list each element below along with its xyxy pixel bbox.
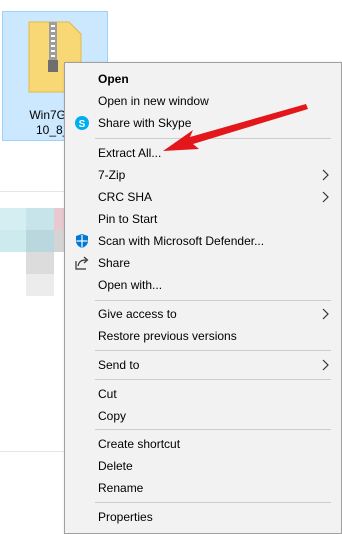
menu-item-extract-all-label: Extract All... [98, 146, 162, 160]
menu-item-pin-to-start[interactable]: Pin to Start [65, 208, 341, 230]
menu-item-rename[interactable]: Rename [65, 477, 341, 499]
menu-separator [95, 300, 331, 301]
menu-item-scan-defender-label: Scan with Microsoft Defender... [98, 234, 265, 248]
menu-item-cut[interactable]: Cut [65, 383, 341, 405]
menu-item-share-with-skype[interactable]: S Share with Skype [65, 112, 341, 134]
menu-separator [95, 350, 331, 351]
svg-text:S: S [79, 119, 86, 130]
menu-item-open-with-label: Open with... [98, 278, 163, 292]
chevron-right-icon [322, 169, 329, 181]
menu-item-delete-label: Delete [98, 459, 133, 473]
menu-separator [95, 138, 331, 139]
blurred-thumbnail [0, 208, 70, 296]
chevron-right-icon [322, 359, 329, 371]
defender-shield-icon [76, 234, 88, 248]
menu-item-copy-label: Copy [98, 409, 127, 423]
menu-item-share-label: Share [98, 256, 131, 270]
menu-item-extract-all[interactable]: Extract All... [65, 142, 341, 164]
menu-item-7zip[interactable]: 7-Zip [65, 164, 341, 186]
menu-item-cut-label: Cut [98, 387, 117, 401]
menu-item-pin-to-start-label: Pin to Start [98, 212, 158, 226]
menu-item-7zip-label: 7-Zip [98, 168, 126, 182]
chevron-right-icon [322, 308, 329, 320]
menu-item-properties-label: Properties [98, 510, 153, 524]
menu-item-open-new-window[interactable]: Open in new window [65, 90, 341, 112]
menu-item-share-with-skype-label: Share with Skype [98, 116, 192, 130]
menu-item-open-label: Open [98, 72, 129, 86]
skype-icon: S [75, 116, 89, 130]
menu-item-create-shortcut-label: Create shortcut [98, 437, 181, 451]
explorer-row-divider [0, 451, 64, 452]
menu-item-rename-label: Rename [98, 481, 144, 495]
share-icon [75, 256, 89, 270]
menu-separator [95, 429, 331, 430]
menu-separator [95, 502, 331, 503]
menu-item-crc-sha-label: CRC SHA [98, 190, 153, 204]
explorer-row-divider [0, 191, 64, 192]
menu-item-give-access-label: Give access to [98, 307, 177, 321]
menu-item-open-with[interactable]: Open with... [65, 274, 341, 296]
menu-item-send-to[interactable]: Send to [65, 354, 341, 376]
menu-item-scan-defender[interactable]: Scan with Microsoft Defender... [65, 230, 341, 252]
menu-item-create-shortcut[interactable]: Create shortcut [65, 433, 341, 455]
menu-item-open-new-window-label: Open in new window [98, 94, 209, 108]
menu-item-delete[interactable]: Delete [65, 455, 341, 477]
menu-separator [95, 379, 331, 380]
context-menu: Open Open in new window S Share with Sky… [64, 62, 342, 534]
menu-item-share[interactable]: Share [65, 252, 341, 274]
menu-item-crc-sha[interactable]: CRC SHA [65, 186, 341, 208]
menu-item-restore-previous-versions[interactable]: Restore previous versions [65, 325, 341, 347]
menu-item-copy[interactable]: Copy [65, 405, 341, 427]
menu-item-open[interactable]: Open [65, 68, 341, 90]
menu-item-send-to-label: Send to [98, 358, 140, 372]
menu-item-give-access[interactable]: Give access to [65, 303, 341, 325]
menu-item-properties[interactable]: Properties [65, 506, 341, 528]
chevron-right-icon [322, 191, 329, 203]
menu-item-restore-previous-versions-label: Restore previous versions [98, 329, 237, 343]
